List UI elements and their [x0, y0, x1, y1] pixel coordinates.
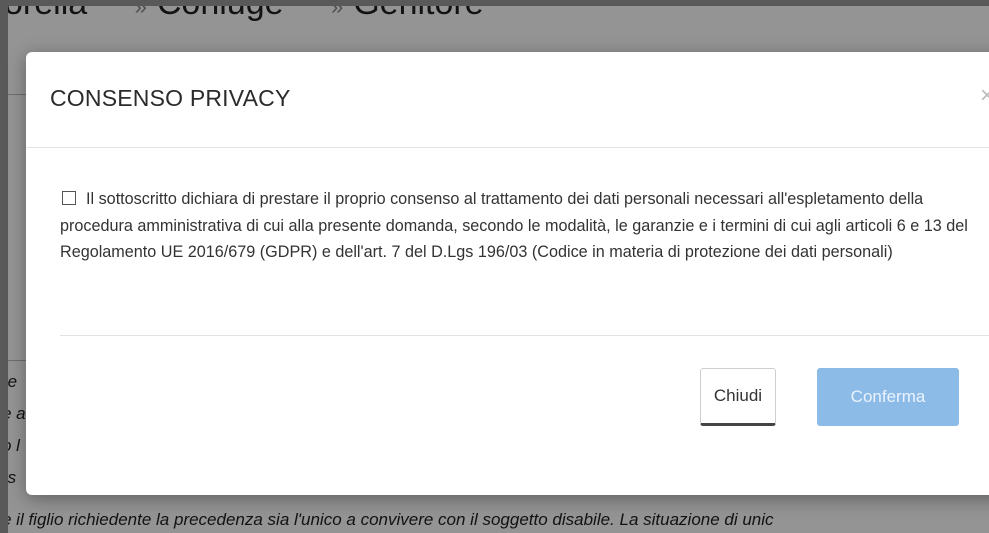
privacy-consent-modal: CONSENSO PRIVACY × Il sottoscritto dichi…: [26, 52, 989, 495]
modal-footer-divider: [60, 335, 989, 336]
close-button[interactable]: Chiudi: [700, 368, 776, 426]
modal-header: CONSENSO PRIVACY ×: [26, 52, 989, 148]
modal-body: Il sottoscritto dichiara di prestare il …: [26, 148, 989, 266]
consent-statement: Il sottoscritto dichiara di prestare il …: [60, 186, 989, 266]
confirm-button[interactable]: Conferma: [817, 368, 959, 426]
consent-text: Il sottoscritto dichiara di prestare il …: [60, 190, 968, 261]
modal-title: CONSENSO PRIVACY: [50, 85, 291, 111]
close-icon[interactable]: ×: [980, 82, 989, 110]
consent-checkbox[interactable]: [62, 191, 76, 205]
